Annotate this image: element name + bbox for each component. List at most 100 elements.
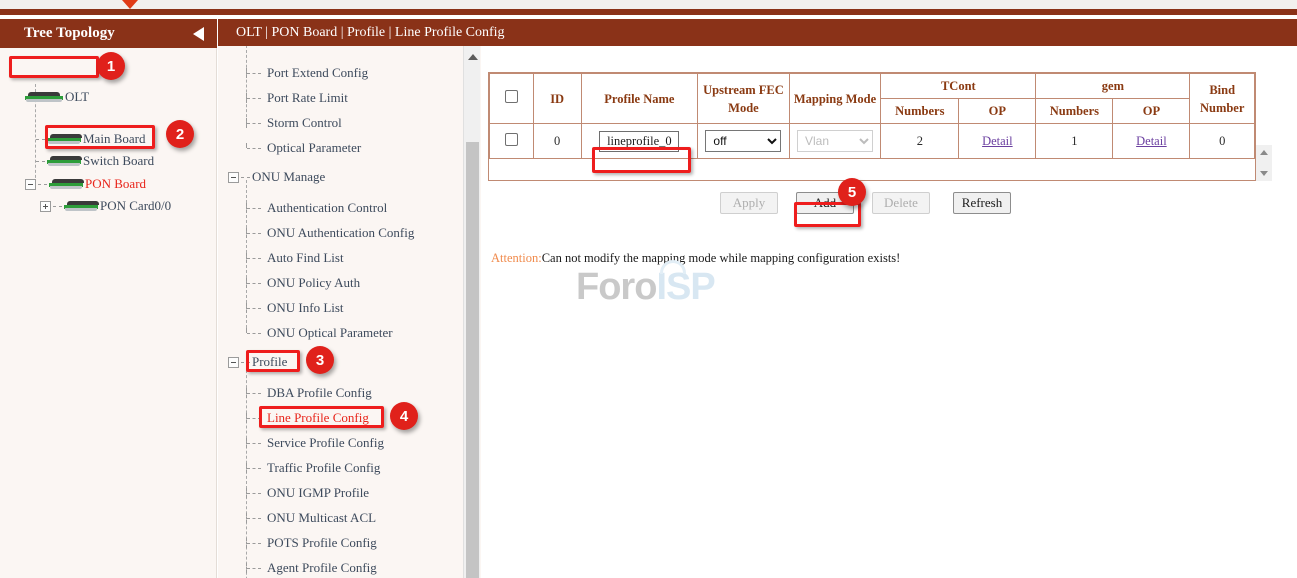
menu-item-port-rate-limit[interactable]: Port Rate Limit	[246, 90, 348, 106]
menu-item-label: ONU Manage	[252, 169, 325, 185]
tree-item-label: Switch Board	[83, 153, 154, 169]
menu-item-traffic-profile-config[interactable]: Traffic Profile Config	[246, 460, 380, 476]
menu-item-line-profile-config[interactable]: Line Profile Config	[246, 410, 369, 426]
column-header-upstream-fec-mode: Upstream FEC Mode	[698, 74, 790, 124]
tree-item-label: PON Board	[85, 176, 146, 192]
menu-item-port-extend-config[interactable]: Port Extend Config	[246, 65, 368, 81]
tree-item-pon-board[interactable]: PON Board	[25, 176, 146, 192]
menu-item-label: ONU Policy Auth	[267, 275, 360, 291]
column-header-mapping-mode: Mapping Mode	[789, 74, 881, 124]
menu-item-onu-authentication-config[interactable]: ONU Authentication Config	[246, 225, 414, 241]
expander-plus-icon[interactable]	[40, 201, 51, 212]
refresh-button[interactable]: Refresh	[953, 192, 1011, 214]
tree-branch-line	[241, 362, 250, 363]
menu-item-onu-multicast-acl[interactable]: ONU Multicast ACL	[246, 510, 376, 526]
cell-id: 0	[533, 124, 581, 159]
tree-item-main-board[interactable]: Main Board	[36, 131, 145, 147]
menu-item-label: Line Profile Config	[267, 410, 369, 426]
tree-branch-icon	[246, 438, 264, 448]
tree-item-pon-card-0-0[interactable]: PON Card0/0	[40, 198, 171, 214]
menu-item-dba-profile-config[interactable]: DBA Profile Config	[246, 385, 372, 401]
select-all-checkbox[interactable]	[505, 90, 518, 103]
scroll-up-icon[interactable]	[1260, 150, 1268, 155]
annotation-badge-2: 2	[166, 120, 194, 148]
menu-item-label: ONU IGMP Profile	[267, 485, 369, 501]
cell-tcont-op: Detail	[959, 124, 1036, 159]
gem-detail-link[interactable]: Detail	[1136, 134, 1167, 148]
cell-gem-numbers: 1	[1036, 124, 1113, 159]
menu-item-onu-igmp-profile[interactable]: ONU IGMP Profile	[246, 485, 369, 501]
tree-branch-icon	[246, 388, 264, 398]
annotation-badge-1: 1	[97, 52, 125, 80]
device-icon	[25, 92, 63, 103]
attention-text: Can not modify the mapping mode while ma…	[542, 251, 901, 265]
tree-branch-icon	[246, 68, 264, 78]
column-header-gem-op: OP	[1113, 99, 1190, 124]
menu-item-onu-info-list[interactable]: ONU Info List	[246, 300, 344, 316]
profile-name-input[interactable]	[599, 131, 679, 152]
menu-item-label: Profile	[252, 354, 287, 370]
tree-branch-icon	[246, 93, 264, 103]
menu-item-onu-optical-parameter[interactable]: ONU Optical Parameter	[246, 325, 393, 341]
row-checkbox[interactable]	[505, 133, 518, 146]
menu-item-pots-profile-config[interactable]: POTS Profile Config	[246, 535, 377, 551]
menu-item-auto-find-list[interactable]: Auto Find List	[246, 250, 344, 266]
menu-item-label: Traffic Profile Config	[267, 460, 380, 476]
select-all-header	[490, 74, 534, 124]
tcont-detail-link[interactable]: Detail	[982, 134, 1013, 148]
tree-branch-line	[241, 177, 250, 178]
device-icon	[64, 201, 98, 212]
tree-branch-line	[36, 161, 45, 162]
menu-item-service-profile-config[interactable]: Service Profile Config	[246, 435, 384, 451]
scroll-down-icon[interactable]	[1260, 171, 1268, 176]
menu-item-agent-profile-config[interactable]: Agent Profile Config	[246, 560, 377, 576]
menu-item-label: ONU Authentication Config	[267, 225, 414, 241]
menu-group-profile[interactable]: Profile	[228, 354, 287, 370]
expander-minus-icon[interactable]	[25, 179, 36, 190]
tree-item-switch-board[interactable]: Switch Board	[36, 153, 154, 169]
column-header-profile-name: Profile Name	[581, 74, 698, 124]
table-row-scrollbar[interactable]	[1256, 145, 1272, 181]
tree-branch-icon	[246, 253, 264, 263]
menu-item-optical-parameter[interactable]: Optical Parameter	[246, 140, 361, 156]
apply-button: Apply	[720, 192, 778, 214]
upstream-fec-mode-select[interactable]: off on	[705, 130, 781, 152]
device-icon	[47, 156, 81, 167]
menu-item-authentication-control[interactable]: Authentication Control	[246, 200, 387, 216]
menu-item-label: Optical Parameter	[267, 140, 361, 156]
menu-item-label: ONU Multicast ACL	[267, 510, 376, 526]
menu-item-onu-policy-auth[interactable]: ONU Policy Auth	[246, 275, 360, 291]
menu-item-storm-control[interactable]: Storm Control	[246, 115, 342, 131]
cell-bind-number: 0	[1190, 124, 1255, 159]
table-row[interactable]: 0 off on Vlan	[490, 124, 1255, 159]
attention-message: Attention:Can not modify the mapping mod…	[491, 251, 900, 266]
scroll-up-icon[interactable]	[468, 54, 478, 60]
column-header-tcont: TCont	[881, 74, 1036, 99]
breadcrumb: OLT | PON Board | Profile | Line Profile…	[218, 19, 1297, 46]
watermark-part-a: Foro	[576, 266, 656, 308]
tree-item-label: Main Board	[83, 131, 145, 147]
expander-minus-icon[interactable]	[228, 357, 239, 368]
bind-line1: Bind	[1192, 81, 1252, 99]
panel-divider	[481, 45, 488, 578]
tree-branch-line	[53, 206, 62, 207]
tree-topology-header: Tree Topology	[0, 19, 217, 48]
cell-upstream-fec-mode: off on	[698, 124, 790, 159]
collapse-panel-icon[interactable]	[193, 27, 204, 41]
tree-branch-icon	[246, 413, 264, 423]
tree-branch-icon	[246, 228, 264, 238]
tree-branch-icon	[246, 463, 264, 473]
tree-item-olt[interactable]: OLT	[25, 89, 89, 105]
tree-topology-panel: Tree Topology OLT Main Board Switch Boar	[0, 19, 217, 578]
tree-item-label: OLT	[65, 89, 89, 105]
application-root: Tree Topology OLT Main Board Switch Boar	[0, 0, 1297, 578]
line-profile-table-wrapper: ID Profile Name Upstream FEC Mode Mappin…	[488, 72, 1256, 181]
tree-branch-icon	[246, 563, 264, 573]
action-button-bar: Apply Add Delete Refresh	[488, 192, 1256, 218]
menu-group-onu-manage[interactable]: ONU Manage	[228, 169, 325, 185]
expander-minus-icon[interactable]	[228, 172, 239, 183]
menu-scrollbar[interactable]	[463, 45, 480, 578]
tree-branch-icon	[246, 538, 264, 548]
scrollbar-thumb[interactable]	[466, 142, 479, 578]
cell-tcont-numbers: 2	[881, 124, 959, 159]
